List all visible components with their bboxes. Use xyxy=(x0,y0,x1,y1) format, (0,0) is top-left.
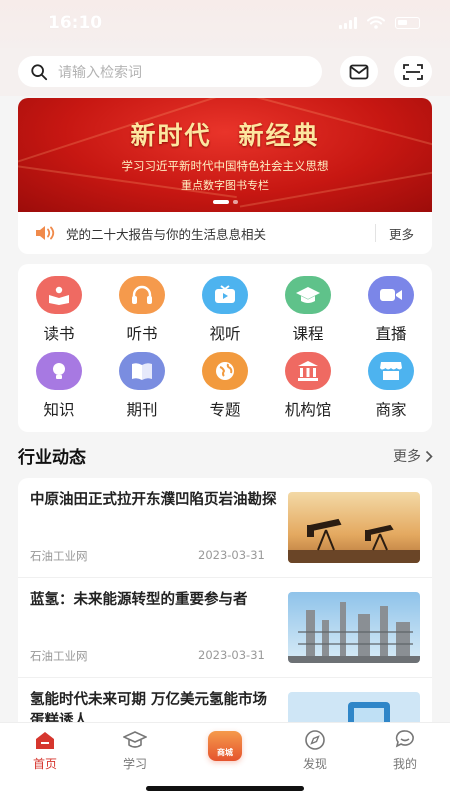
category-item-knowledge[interactable]: 知识 xyxy=(19,352,99,420)
news-title: 蓝氢：未来能源转型的重要参与者 xyxy=(30,592,248,608)
news-item[interactable]: 蓝氢：未来能源转型的重要参与者 石油工业网 2023-03-31 xyxy=(18,578,432,678)
carousel-dots xyxy=(18,200,432,204)
compass-icon xyxy=(305,730,325,750)
tab-home[interactable]: 首页 xyxy=(10,729,80,772)
shopping-bag-icon: 商城 xyxy=(208,731,242,761)
search-placeholder: 请输入检索词 xyxy=(58,64,142,81)
tab-discover[interactable]: 发现 xyxy=(280,729,350,772)
home-indicator xyxy=(146,786,304,791)
search-icon xyxy=(31,63,48,80)
graduation-cap-icon xyxy=(123,731,147,748)
headphones-icon xyxy=(119,276,165,314)
divider xyxy=(375,224,376,242)
wifi-icon xyxy=(367,16,385,29)
news-item[interactable]: 中原油田正式拉开东濮凹陷页岩油勘探 石油工业网 2023-03-31 xyxy=(18,478,432,578)
news-date: 2023-03-31 xyxy=(198,548,265,562)
section-more-link[interactable]: 更多 xyxy=(393,446,433,466)
category-label: 读书 xyxy=(43,325,75,343)
battery-icon xyxy=(395,16,420,29)
category-item-journal[interactable]: 期刊 xyxy=(102,352,182,420)
scan-button[interactable] xyxy=(394,56,432,87)
globe-icon xyxy=(202,352,248,390)
store-icon xyxy=(368,352,414,390)
banner-title: 新时代 新经典 xyxy=(130,121,320,150)
category-label: 专题 xyxy=(209,401,241,419)
category-item-merchant[interactable]: 商家 xyxy=(351,352,431,420)
section-more-label: 更多 xyxy=(393,449,421,465)
lightbulb-icon xyxy=(36,352,82,390)
news-title: 中原油田正式拉开东濮凹陷页岩油勘探 xyxy=(30,492,277,508)
tab-label: 我的 xyxy=(392,757,417,771)
tv-icon xyxy=(202,276,248,314)
tab-mall[interactable]: 商城 xyxy=(200,726,250,766)
book-reader-icon xyxy=(36,276,82,314)
news-title: 氢能时代未来可期 万亿美元氢能市场蛋糕诱人 xyxy=(30,692,268,723)
category-item-video[interactable]: 视听 xyxy=(185,276,265,344)
tab-label: 首页 xyxy=(32,757,57,771)
tab-study[interactable]: 学习 xyxy=(100,729,170,772)
status-icons xyxy=(339,16,420,29)
institution-icon xyxy=(285,352,331,390)
status-bar: 16:10 xyxy=(0,0,450,48)
video-camera-icon xyxy=(368,276,414,314)
banner-subtitle: 学习习近平新时代中国特色社会主义思想 xyxy=(121,159,329,173)
tab-mine[interactable]: 我的 xyxy=(370,729,440,772)
category-label: 听书 xyxy=(126,325,158,343)
category-label: 商家 xyxy=(375,401,407,419)
promo-banner[interactable]: 新时代 新经典 学习习近平新时代中国特色社会主义思想 重点数字图书专栏 xyxy=(18,98,432,212)
news-list: 中原油田正式拉开东濮凹陷页岩油勘探 石油工业网 2023-03-31 蓝氢：未来… xyxy=(18,478,432,723)
status-time: 16:10 xyxy=(48,13,103,33)
top-bar: 请输入检索词 xyxy=(0,48,450,96)
category-grid: 读书 听书 视听 课程 直播 知识 期刊 专题 机构馆 商家 xyxy=(18,264,432,432)
category-item-course[interactable]: 课程 xyxy=(268,276,348,344)
banner-subtitle-2: 重点数字图书专栏 xyxy=(181,179,269,192)
category-item-live[interactable]: 直播 xyxy=(351,276,431,344)
chat-bubble-icon xyxy=(395,730,414,748)
notice-more-link[interactable]: 更多 xyxy=(389,224,414,243)
news-thumbnail xyxy=(288,692,420,723)
category-item-listen[interactable]: 听书 xyxy=(102,276,182,344)
mail-button[interactable] xyxy=(340,56,378,87)
news-date: 2023-03-31 xyxy=(198,648,265,662)
notice-bar[interactable]: 党的二十大报告与你的生活息息相关 更多 xyxy=(18,212,432,254)
news-thumbnail xyxy=(288,492,420,563)
news-thumbnail xyxy=(288,592,420,663)
section-title: 行业动态 xyxy=(18,448,86,468)
category-label: 机构馆 xyxy=(284,401,332,419)
news-source: 石油工业网 xyxy=(30,649,88,663)
speaker-icon xyxy=(36,226,55,240)
cellular-signal-icon xyxy=(339,16,357,29)
mail-icon xyxy=(349,64,369,79)
chevron-right-icon xyxy=(425,450,433,462)
scan-icon xyxy=(403,63,423,80)
category-label: 课程 xyxy=(292,325,324,343)
category-label: 视听 xyxy=(209,325,241,343)
notice-text[interactable]: 党的二十大报告与你的生活息息相关 xyxy=(66,224,266,243)
search-input[interactable]: 请输入检索词 xyxy=(18,56,322,87)
tab-mall-label: 商城 xyxy=(217,748,233,757)
magazine-icon xyxy=(119,352,165,390)
category-item-topic[interactable]: 专题 xyxy=(185,352,265,420)
category-item-institution[interactable]: 机构馆 xyxy=(268,352,348,420)
news-source: 石油工业网 xyxy=(30,549,88,563)
category-label: 直播 xyxy=(375,325,407,343)
category-item-read[interactable]: 读书 xyxy=(19,276,99,344)
home-icon xyxy=(36,732,54,749)
news-item[interactable]: 氢能时代未来可期 万亿美元氢能市场蛋糕诱人 xyxy=(18,678,432,723)
tab-label: 发现 xyxy=(302,757,327,771)
banner-card: 新时代 新经典 学习习近平新时代中国特色社会主义思想 重点数字图书专栏 党的二十… xyxy=(18,98,432,254)
category-label: 知识 xyxy=(43,401,75,419)
tab-label: 学习 xyxy=(122,757,147,771)
graduation-cap-icon xyxy=(285,276,331,314)
category-label: 期刊 xyxy=(126,401,158,419)
